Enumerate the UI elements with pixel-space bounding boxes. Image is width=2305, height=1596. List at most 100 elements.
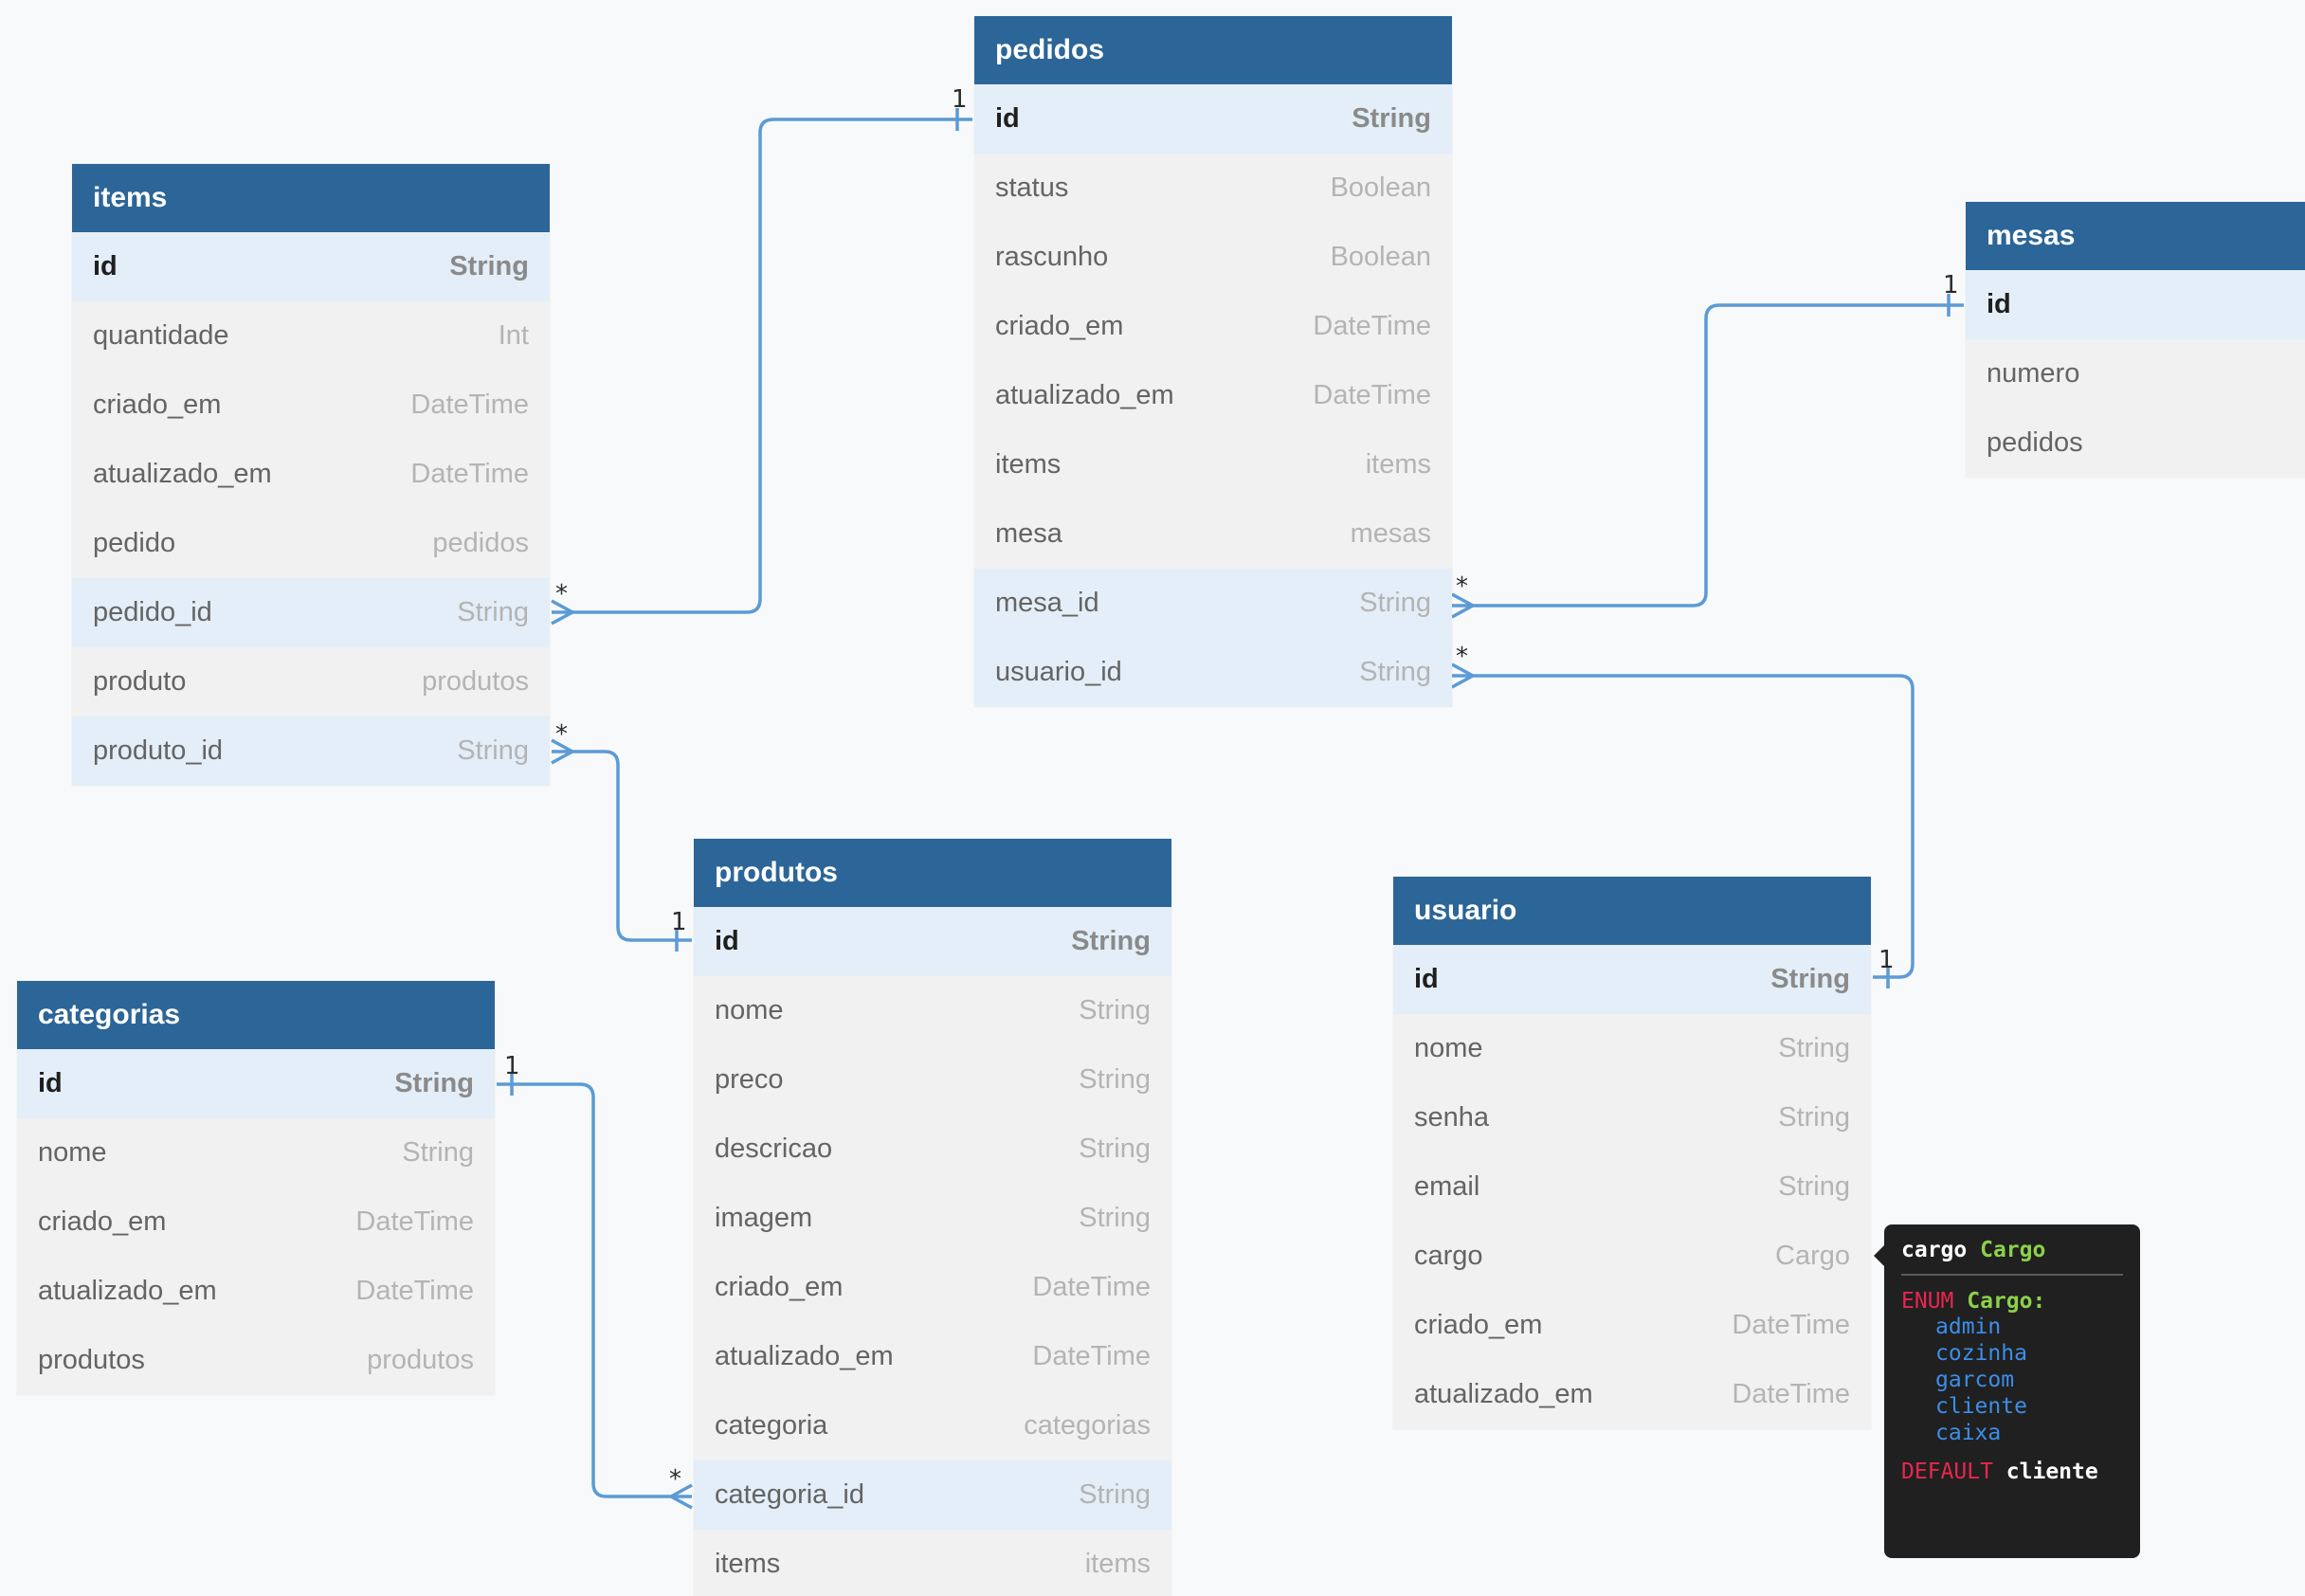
field-name: items [715,1549,781,1579]
field-row[interactable]: numeroInt [1966,339,2305,408]
field-row[interactable]: atualizado_em DateTime [694,1322,1171,1391]
field-row[interactable]: atualizado_em DateTime [17,1257,495,1326]
field-row[interactable]: idString [72,232,550,301]
table-usuario[interactable]: usuario id String nome String senha String ema… [1393,877,1871,1429]
table-items[interactable]: items id String quantidade Int criado_em Date… [72,164,550,786]
field-row[interactable]: descricao String [694,1115,1171,1184]
link-pedidos-mesas [1452,303,1964,608]
field-row[interactable]: pedido_id String [72,578,550,647]
field-row[interactable]: mesa_id String [974,569,1452,638]
field-name: criado_em [38,1206,167,1237]
field-row[interactable]: criado_em DateTime [1393,1291,1871,1360]
field-row[interactable]: criado_em DateTime [72,371,550,440]
field-name: nome [38,1137,107,1168]
field-row[interactable]: atualizado_em DateTime [1393,1360,1871,1429]
tooltip-enum-value: cozinha [1935,1341,2027,1366]
cardinality-one-produtos: 1 [671,908,687,936]
cardinality-many-pedidos-mesa: * [1456,572,1468,601]
table-mesas[interactable]: mesas idStringnumeroIntpedidospedidos [1966,202,2305,478]
field-name: rascunho [995,242,1109,272]
field-row[interactable]: idString [1966,270,2305,339]
field-row[interactable]: quantidade Int [72,301,550,371]
field-name: criado_em [995,311,1124,341]
field-type: String [457,735,529,766]
field-type: String [1079,1203,1151,1233]
table-header-mesas[interactable]: mesas [1966,202,2305,270]
field-row[interactable]: nome String [17,1118,495,1188]
table-rows-pedidos: id String status Boolean rascunho Boolean cria… [974,84,1452,707]
field-row[interactable]: items items [974,430,1452,499]
field-row[interactable]: pedidospedidos [1966,408,2305,478]
table-produtos[interactable]: produtos id String nome String preco String de… [694,839,1171,1596]
table-header-categorias[interactable]: categorias [17,981,495,1049]
field-row[interactable]: id String [974,84,1452,154]
field-type: DateTime [410,459,529,489]
field-row[interactable]: email String [1393,1152,1871,1222]
table-rows-mesas: idStringnumeroIntpedidospedidos [1966,270,2305,478]
tooltip-default-line: DEFAULT cliente [1901,1460,2123,1484]
field-type: Int [498,320,529,351]
field-type: DateTime [410,390,529,420]
field-row[interactable]: idString [17,1049,495,1118]
tooltip-title: cargo Cargo [1901,1238,2123,1262]
field-type: String [1770,964,1850,994]
field-row[interactable]: produto produtos [72,647,550,716]
field-row[interactable]: id String [1393,945,1871,1014]
tooltip-default-value: cliente [2006,1460,2098,1484]
field-name: nome [1414,1033,1483,1063]
field-row[interactable]: imagem String [694,1184,1171,1253]
field-type: String [1352,103,1431,134]
table-pedidos[interactable]: pedidos id String status Boolean rascunho Boo… [974,16,1452,707]
field-name: email [1414,1171,1480,1202]
field-name: pedido_id [93,597,212,627]
field-row[interactable]: criado_em DateTime [17,1188,495,1257]
field-name: criado_em [93,390,222,420]
field-row[interactable]: usuario_id String [974,638,1452,707]
field-name: atualizado_em [1414,1379,1593,1409]
field-type: items [1365,449,1431,480]
table-categorias[interactable]: categorias id String nome String criado_em Da… [17,981,495,1395]
field-row[interactable]: preco String [694,1045,1171,1115]
field-row[interactable]: items items [694,1530,1171,1596]
field-row[interactable]: atualizado_em DateTime [974,361,1452,430]
field-row[interactable]: criado_em DateTime [974,292,1452,361]
field-row[interactable]: mesa mesas [974,499,1452,569]
field-row[interactable]: produto_id String [72,716,550,786]
field-name: nome [715,995,784,1025]
tooltip-enum-value: admin [1935,1315,2002,1339]
field-row[interactable]: nome String [694,976,1171,1045]
field-row[interactable]: rascunho Boolean [974,223,1452,292]
field-name: id [1414,964,1439,994]
table-header-produtos[interactable]: produtos [694,839,1171,907]
field-row[interactable]: categoria_id String [694,1460,1171,1530]
tooltip-arrow [1874,1245,1884,1266]
field-name: id [38,1068,63,1098]
table-header-items[interactable]: items [72,164,550,232]
field-row[interactable]: pedido pedidos [72,509,550,578]
table-rows-produtos: id String nome String preco String descricao St… [694,907,1171,1596]
field-row[interactable]: produtos produtos [17,1326,495,1395]
field-row[interactable]: senha String [1393,1083,1871,1152]
table-header-usuario[interactable]: usuario [1393,877,1871,945]
field-row[interactable]: categoria categorias [694,1391,1171,1460]
field-row[interactable]: cargo Cargo [1393,1222,1871,1291]
field-name: preco [715,1064,784,1095]
tooltip-enum-line: ENUM Cargo: [1901,1289,2123,1314]
field-name: id [995,103,1020,134]
field-row[interactable]: nome String [1393,1014,1871,1083]
field-row[interactable]: status Boolean [974,154,1452,223]
field-row[interactable]: atualizado_em DateTime [72,440,550,509]
field-name: status [995,172,1069,203]
field-row[interactable]: idString [694,907,1171,976]
field-type: DateTime [355,1206,474,1237]
table-rows-items: id String quantidade Int criado_em DateTime at… [72,232,550,786]
table-header-pedidos[interactable]: pedidos [974,16,1452,84]
tooltip-enum-value: cliente [1935,1394,2027,1419]
field-name: pedidos [1987,427,2083,458]
field-row[interactable]: criado_em DateTime [694,1253,1171,1322]
field-type: categorias [1024,1410,1151,1441]
cardinality-one-pedidos: 1 [952,85,968,114]
field-name: atualizado_em [38,1276,217,1306]
field-type: String [449,251,529,281]
link-categorias-produtos [497,1082,692,1498]
